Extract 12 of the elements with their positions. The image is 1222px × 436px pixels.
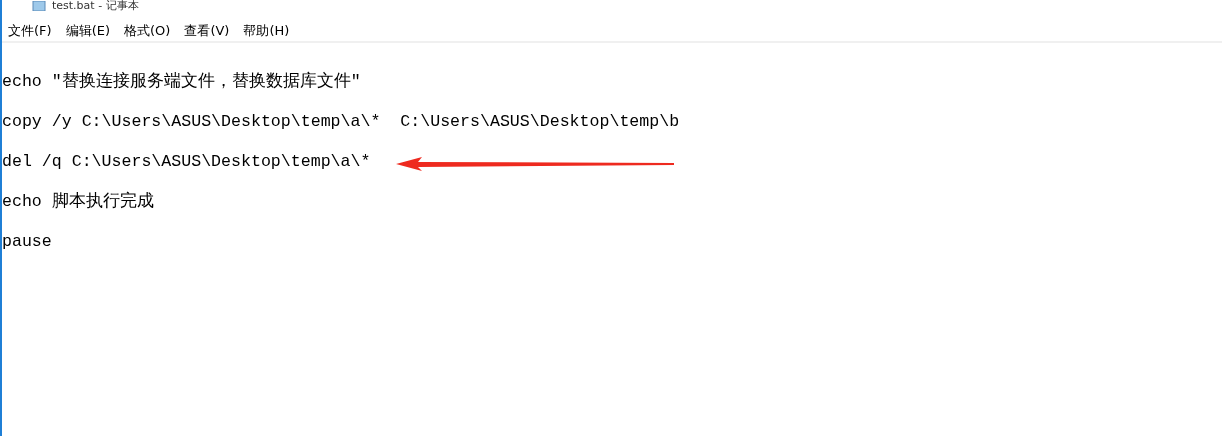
menu-item[interactable]: 编辑(E) — [65, 21, 110, 40]
code-line: echo "替换连接服务端文件，替换数据库文件" — [2, 70, 361, 92]
menu-item[interactable]: 格式(O) — [124, 21, 171, 40]
menu-item[interactable]: 帮助(H) — [243, 21, 290, 40]
menu-item[interactable]: 查看(V) — [184, 21, 230, 40]
window-title: test.bat - 记事本 — [52, 0, 139, 12]
code-line: copy /y C:\Users\ASUS\Desktop\temp\a\* C:\Users\ASUS\Desktop\temp\b — [2, 111, 680, 131]
code-line: del /q C:\Users\ASUS\Desktop\temp\a\* — [2, 151, 371, 171]
code-line: pause — [2, 231, 52, 251]
code-line: echo 脚本执行完成 — [2, 190, 154, 212]
notepad-icon — [32, 1, 46, 11]
menu-item[interactable]: 文件(F) — [8, 21, 52, 40]
